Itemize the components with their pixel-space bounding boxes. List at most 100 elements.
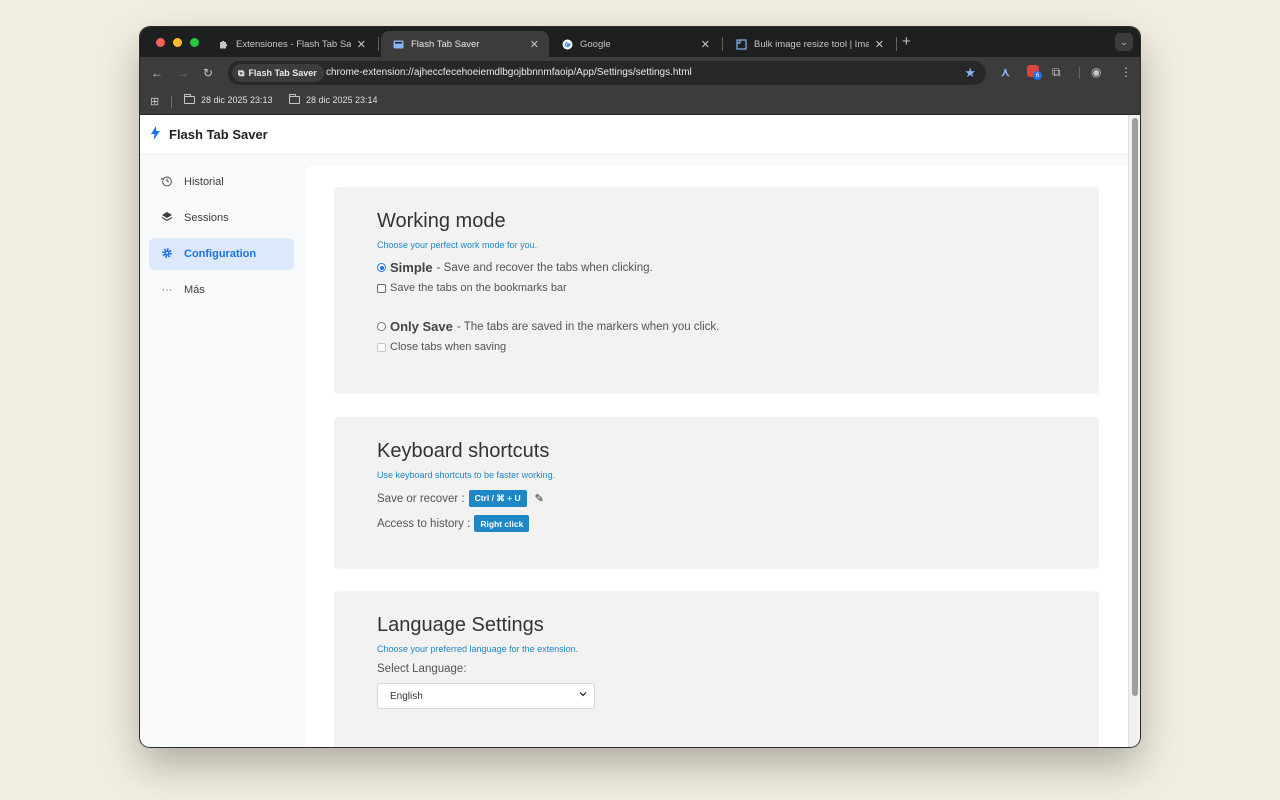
history-icon — [160, 175, 174, 190]
extension-origin-chip[interactable]: ⧉ Flash Tab Saver — [232, 64, 324, 82]
sidebar-item-historial[interactable]: Historial — [149, 166, 294, 198]
reload-icon[interactable]: ↻ — [203, 66, 213, 80]
address-bar[interactable]: ⧉ Flash Tab Saver chrome-extension://ajh… — [228, 61, 986, 85]
tab-strip: Extensiones - Flash Tab Saver ✕ Flash Ta… — [140, 27, 1140, 57]
save-bookmarks-checkbox[interactable] — [377, 283, 386, 293]
browser-window: Extensiones - Flash Tab Saver ✕ Flash Ta… — [140, 27, 1140, 747]
history-shortcut-label: Access to history : — [377, 517, 471, 530]
only-save-mode-option[interactable]: Only Save - The tabs are saved in the ma… — [377, 319, 719, 334]
close-icon[interactable]: ✕ — [701, 38, 710, 51]
tab-google[interactable]: Google ✕ — [550, 31, 720, 57]
working-mode-card: Working mode Choose your perfect work mo… — [334, 187, 1099, 394]
account-icon[interactable]: ◉ — [1091, 65, 1101, 79]
app-header: Flash Tab Saver — [140, 115, 1128, 155]
tab-search-button[interactable]: ⌄ — [1115, 33, 1133, 51]
bookmarks-divider — [171, 96, 172, 108]
tab-title: Extensiones - Flash Tab Saver — [236, 38, 351, 50]
sidebar-item-sessions[interactable]: Sessions — [149, 202, 294, 234]
tab-extensions[interactable]: Extensiones - Flash Tab Saver ✕ — [206, 31, 376, 57]
tab-title: Google — [580, 38, 611, 50]
folder-icon — [289, 94, 300, 104]
only-save-mode-description: - The tabs are saved in the markers when… — [456, 320, 720, 333]
language-subtitle: Choose your preferred language for the e… — [377, 644, 579, 654]
history-shortcut-key: Right click — [474, 515, 530, 532]
close-tabs-checkbox[interactable] — [377, 342, 386, 352]
chevron-down-icon — [579, 690, 587, 700]
bookmark-label: 28 dic 2025 23:13 — [201, 95, 273, 105]
working-mode-subtitle: Choose your perfect work mode for you. — [377, 240, 538, 250]
page-scrollbar[interactable] — [1128, 115, 1140, 747]
back-arrow-icon[interactable]: ← — [151, 66, 163, 80]
gear-icon — [160, 247, 174, 262]
save-shortcut-key: Ctrl / ⌘ + U — [468, 490, 527, 507]
only-save-mode-label: Only Save — [390, 319, 453, 334]
tab-divider — [896, 37, 897, 51]
sidebar: Historial Sessions Configuration ··· Más — [140, 155, 304, 747]
shortcuts-subtitle: Use keyboard shortcuts to be faster work… — [377, 470, 556, 480]
simple-mode-label: Simple — [390, 260, 433, 275]
lightning-bolt-icon — [151, 126, 160, 143]
toolbar-divider — [1079, 67, 1080, 79]
zoom-window-button[interactable] — [190, 38, 199, 47]
close-icon[interactable]: ✕ — [875, 38, 884, 51]
save-bookmarks-label: Save the tabs on the bookmarks bar — [390, 282, 567, 294]
simple-mode-radio[interactable] — [377, 263, 386, 272]
tab-flash-tab-saver[interactable]: Flash Tab Saver ✕ — [381, 31, 549, 57]
bookmark-label: 28 dic 2025 23:14 — [306, 95, 378, 105]
url-text[interactable]: chrome-extension://ajheccfecehoeiemdlbgo… — [326, 67, 692, 78]
more-menu-icon[interactable]: ⋮ — [1120, 65, 1132, 79]
sidebar-item-mas[interactable]: ··· Más — [149, 274, 294, 306]
language-select-label: Select Language: — [377, 663, 467, 675]
save-shortcut-row: Save or recover : Ctrl / ⌘ + U ✎ — [377, 490, 544, 507]
chevron-down-icon: ⌄ — [1120, 36, 1128, 47]
extensions-puzzle-icon[interactable]: ⧉ — [1052, 65, 1061, 80]
google-icon — [562, 39, 573, 50]
apps-grid-icon[interactable]: ⊞ — [150, 95, 159, 108]
close-window-button[interactable] — [156, 38, 165, 47]
history-shortcut-row: Access to history : Right click — [377, 515, 530, 532]
only-save-mode-radio[interactable] — [377, 322, 386, 331]
working-mode-title: Working mode — [377, 210, 506, 232]
scrollbar-thumb[interactable] — [1132, 118, 1138, 696]
sidebar-item-label: Sessions — [184, 212, 229, 224]
tab-title: Bulk image resize tool | Image — [754, 38, 869, 50]
language-selected-value: English — [390, 690, 423, 702]
bookmarks-bar: ⊞ 28 dic 2025 23:13 28 dic 2025 23:14 — [140, 89, 1140, 115]
bookmark-folder[interactable]: 28 dic 2025 23:14 — [289, 94, 378, 105]
settings-content: Working mode Choose your perfect work mo… — [305, 165, 1128, 747]
more-icon: ··· — [161, 284, 173, 296]
puzzle-icon — [218, 39, 229, 50]
extension-badge-icon[interactable]: 6 — [1027, 65, 1042, 80]
close-tabs-option[interactable]: Close tabs when saving — [377, 341, 506, 353]
app-brand: Flash Tab Saver — [169, 127, 268, 142]
bookmark-star-icon[interactable]: ★ — [964, 65, 976, 81]
pencil-icon[interactable]: ✎ — [535, 492, 544, 505]
shortcuts-title: Keyboard shortcuts — [377, 440, 550, 462]
close-icon[interactable]: ✕ — [357, 38, 366, 51]
language-select[interactable]: English — [377, 683, 595, 709]
tab-title: Flash Tab Saver — [411, 38, 480, 50]
simple-mode-option[interactable]: Simple - Save and recover the tabs when … — [377, 260, 653, 275]
simple-mode-description: - Save and recover the tabs when clickin… — [436, 261, 653, 274]
sidebar-item-configuration[interactable]: Configuration — [149, 238, 294, 270]
extension-badge-count: 6 — [1033, 71, 1042, 80]
sidebar-item-label: Historial — [184, 176, 224, 188]
sidebar-item-label: Más — [184, 284, 205, 296]
save-bookmarks-option[interactable]: Save the tabs on the bookmarks bar — [377, 282, 567, 294]
language-settings-card: Language Settings Choose your preferred … — [334, 591, 1099, 747]
close-icon[interactable]: ✕ — [530, 38, 539, 51]
profile-extension-icon[interactable]: ⋏ — [1001, 65, 1010, 79]
tab-divider — [722, 37, 723, 51]
sidebar-item-label: Configuration — [184, 248, 257, 260]
language-title: Language Settings — [377, 614, 544, 636]
extension-page: Flash Tab Saver Historial Sessions Confi… — [140, 115, 1128, 747]
browser-toolbar: ← → ↻ ⧉ Flash Tab Saver chrome-extension… — [140, 57, 1140, 89]
tab-bulk-resize[interactable]: Bulk image resize tool | Image ✕ — [724, 31, 894, 57]
layers-icon — [160, 211, 174, 226]
bookmark-folder[interactable]: 28 dic 2025 23:13 — [184, 94, 273, 105]
window-controls — [156, 38, 199, 47]
forward-arrow-icon[interactable]: → — [177, 66, 189, 80]
minimize-window-button[interactable] — [173, 38, 182, 47]
new-tab-button[interactable]: + — [902, 33, 911, 50]
flash-tab-saver-icon — [393, 39, 404, 50]
